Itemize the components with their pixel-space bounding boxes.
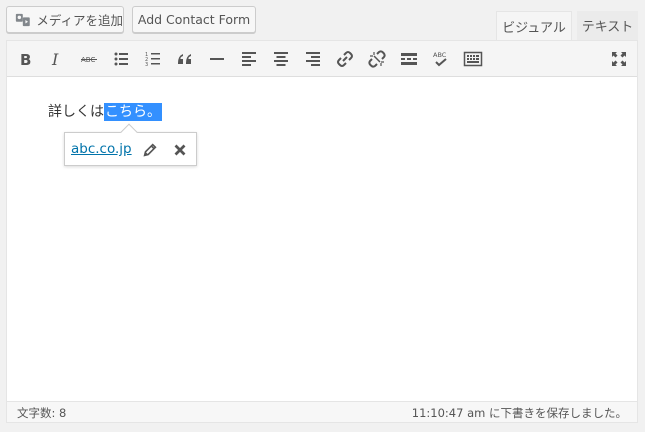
svg-text:B: B xyxy=(20,51,31,69)
insert-link-button[interactable] xyxy=(332,47,358,71)
strikethrough-icon: ABC xyxy=(81,56,97,64)
fullscreen-icon xyxy=(612,52,626,66)
editor-content[interactable]: 詳しくはこちら。 abc.co.jp xyxy=(7,77,637,401)
bulleted-list-button[interactable] xyxy=(108,47,134,71)
italic-icon: I xyxy=(51,50,59,69)
keyboard-icon xyxy=(463,51,483,67)
fullscreen-button[interactable] xyxy=(606,47,632,71)
numbered-list-icon: 123 xyxy=(145,52,160,68)
autosave-status: 11:10:47 am に下書きを保存しました。 xyxy=(411,406,627,420)
add-contact-form-label: Add Contact Form xyxy=(137,12,251,27)
bold-icon: B xyxy=(20,51,31,69)
editor: B I ABC 123 xyxy=(6,40,638,423)
read-more-icon xyxy=(401,53,417,65)
unlink-icon xyxy=(368,50,386,68)
blockquote-icon xyxy=(178,54,191,64)
toolbar-toggle-button[interactable] xyxy=(460,47,486,71)
remove-link-button[interactable] xyxy=(364,47,390,71)
link-icon xyxy=(337,51,353,67)
add-media-button[interactable]: メディアを追加 xyxy=(6,6,124,33)
spellcheck-button[interactable]: ABC xyxy=(428,47,454,71)
editor-toolbar: B I ABC 123 xyxy=(7,41,637,77)
tab-visual-label: ビジュアル xyxy=(502,20,566,36)
align-right-icon xyxy=(306,52,320,66)
spellcheck-icon: ABC xyxy=(433,51,447,67)
svg-text:ABC: ABC xyxy=(433,51,447,59)
align-right-button[interactable] xyxy=(300,47,326,71)
horizontal-line-button[interactable] xyxy=(204,47,230,71)
link-toolbar-popup: abc.co.jp xyxy=(64,123,197,166)
tab-text[interactable]: テキスト xyxy=(577,11,638,40)
add-media-label: メディアを追加 xyxy=(36,13,123,28)
numbered-list-button[interactable]: 123 xyxy=(140,47,166,71)
add-contact-form-button[interactable]: Add Contact Form xyxy=(132,6,256,33)
bulleted-list-icon xyxy=(114,52,128,66)
selected-link-text[interactable]: こちら。 xyxy=(104,103,162,121)
paragraph[interactable]: 詳しくはこちら。 xyxy=(48,101,162,121)
editor-status-bar: 文字数: 8 11:10:47 am に下書きを保存しました。 xyxy=(7,401,637,422)
svg-text:I: I xyxy=(51,50,59,69)
align-center-button[interactable] xyxy=(268,47,294,71)
media-icon xyxy=(15,13,30,26)
link-url[interactable]: abc.co.jp xyxy=(71,141,132,157)
tab-visual[interactable]: ビジュアル xyxy=(496,11,572,41)
bold-button[interactable]: B xyxy=(13,47,39,71)
remove-link-icon[interactable] xyxy=(171,141,189,159)
align-center-icon xyxy=(274,52,288,66)
read-more-button[interactable] xyxy=(396,47,422,71)
edit-pencil-icon[interactable] xyxy=(141,141,159,159)
popup-arrow xyxy=(120,123,138,141)
align-left-icon xyxy=(242,52,256,66)
horizontal-line-icon xyxy=(210,58,224,60)
blockquote-button[interactable] xyxy=(172,47,198,71)
italic-button[interactable]: I xyxy=(44,47,70,71)
paragraph-text: 詳しくは xyxy=(48,104,104,120)
svg-text:3: 3 xyxy=(145,62,148,68)
word-count: 文字数: 8 xyxy=(17,406,67,420)
tab-text-label: テキスト xyxy=(581,20,634,35)
strikethrough-button[interactable]: ABC xyxy=(76,47,102,71)
align-left-button[interactable] xyxy=(236,47,262,71)
